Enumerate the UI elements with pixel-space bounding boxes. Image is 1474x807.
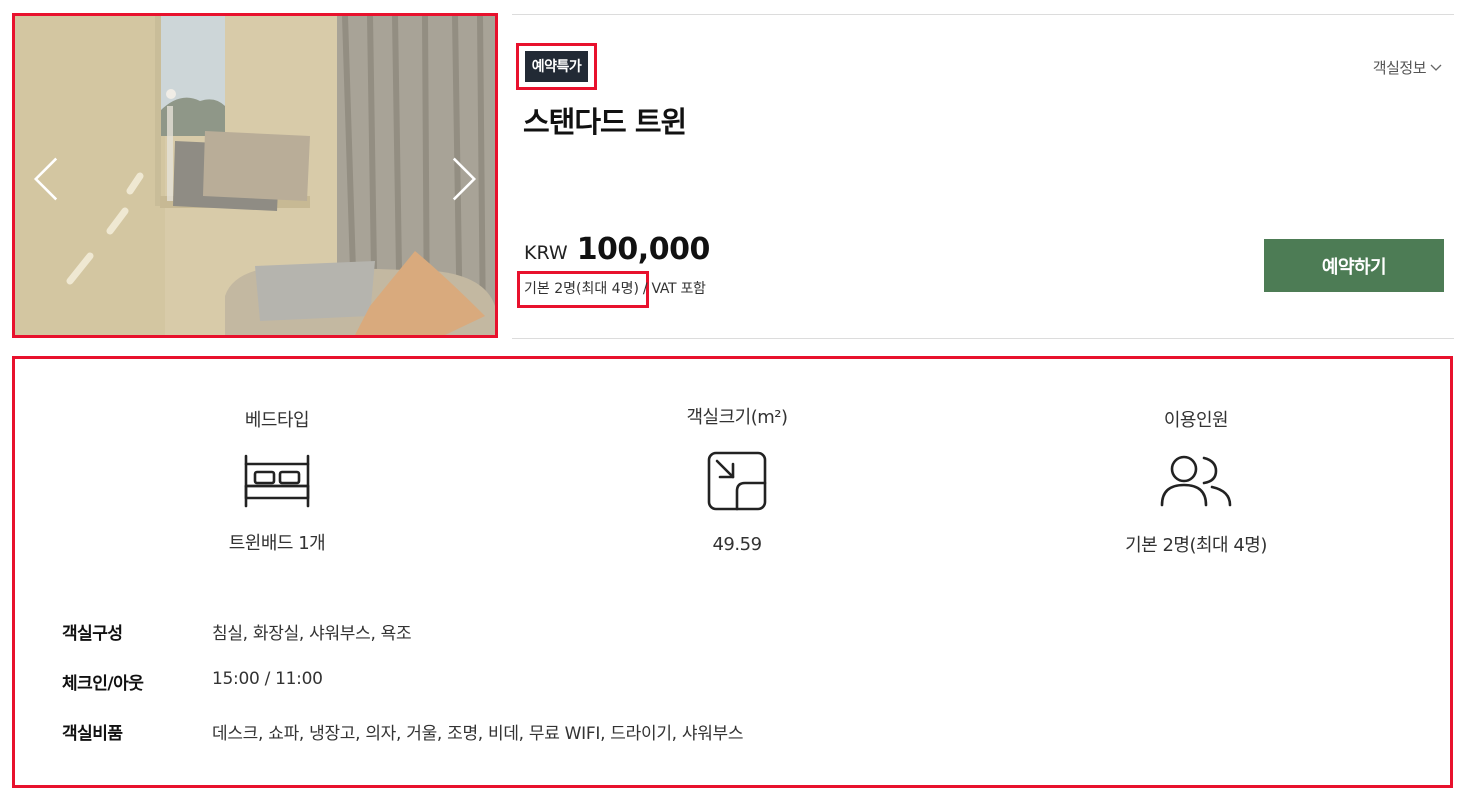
guests-value: 기본 2명(최대 4명) xyxy=(1125,535,1267,556)
spec-row-amenities: 객실비품 데스크, 쇼파, 냉장고, 의자, 거울, 조명, 비데, 무료 WI… xyxy=(62,719,744,744)
room-photo xyxy=(15,16,495,335)
price: 100,000 xyxy=(576,232,711,267)
chevron-down-icon xyxy=(1430,64,1442,71)
spec-value: 15:00 / 11:00 xyxy=(212,669,323,689)
chevron-left-icon xyxy=(33,157,58,201)
spec-key: 객실구성 xyxy=(62,624,123,644)
room-size-label: 객실크기(m²) xyxy=(686,407,788,428)
room-info-toggle[interactable]: 객실정보 xyxy=(1373,57,1442,78)
spec-key: 객실비품 xyxy=(62,724,123,744)
occupancy-text: 기본 2명(최대 4명) xyxy=(524,281,639,297)
price-row: KRW 100,000 xyxy=(524,232,710,267)
spec-value: 데스크, 쇼파, 냉장고, 의자, 거울, 조명, 비데, 무료 WIFI, 드… xyxy=(212,724,744,744)
room-size-value: 49.59 xyxy=(712,534,762,555)
reserve-button[interactable]: 예약하기 xyxy=(1264,239,1444,292)
prev-slide-button[interactable] xyxy=(29,156,63,202)
occupancy-row: 기본 2명(최대 4명) / VAT 포함 xyxy=(524,278,706,298)
spec-value: 침실, 화장실, 샤워부스, 욕조 xyxy=(212,624,412,644)
bed-type-label: 베드타입 xyxy=(244,410,310,431)
people-icon xyxy=(1160,455,1232,511)
room-title: 스탠다드 트윈 xyxy=(523,105,687,139)
room-photo-slider[interactable] xyxy=(12,13,498,338)
promo-badge: 예약특가 xyxy=(524,51,589,82)
guests-label: 이용인원 xyxy=(1163,410,1229,431)
bed-icon xyxy=(242,454,312,514)
next-slide-button[interactable] xyxy=(447,156,481,202)
chevron-right-icon xyxy=(452,157,477,201)
resize-icon xyxy=(707,451,767,515)
currency: KRW xyxy=(524,242,568,264)
vat-text: / VAT 포함 xyxy=(642,281,706,297)
spec-key: 체크인/아웃 xyxy=(62,674,144,694)
divider-top xyxy=(512,14,1454,15)
room-info-toggle-label: 객실정보 xyxy=(1372,59,1427,77)
divider-bottom xyxy=(512,338,1454,339)
spec-row-checkin: 체크인/아웃 15:00 / 11:00 xyxy=(62,669,323,694)
badge-highlight: 예약특가 xyxy=(516,43,597,90)
bed-type-value: 트윈배드 1개 xyxy=(228,533,326,554)
spec-row-composition: 객실구성 침실, 화장실, 샤워부스, 욕조 xyxy=(62,619,412,644)
room-details-panel: 베드타입 트윈배드 1개 객실크기(m²) 49.59 이용인원 기본 2명(최… xyxy=(12,356,1453,788)
